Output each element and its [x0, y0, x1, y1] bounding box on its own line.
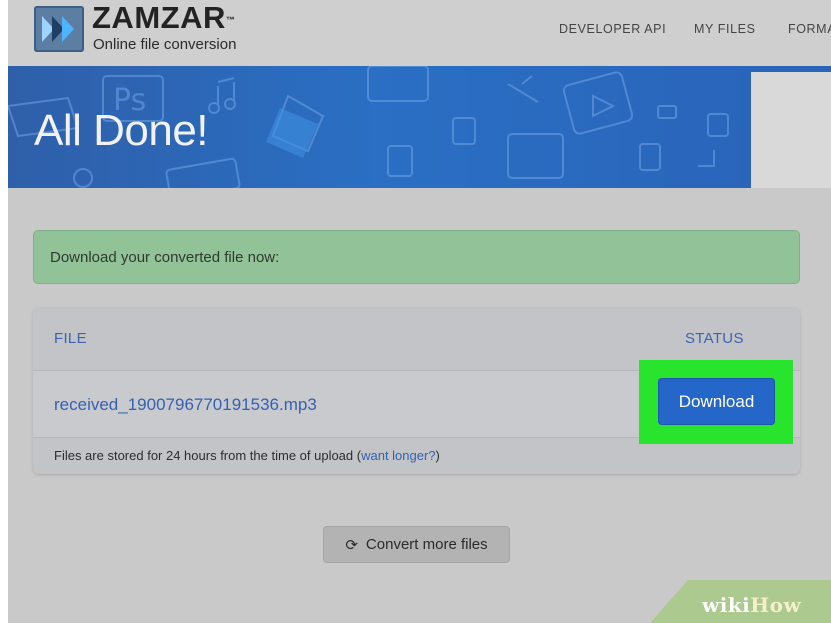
alert-text: Download your converted file now: [50, 249, 280, 266]
success-alert: Download your converted file now: [33, 230, 800, 284]
convert-more-files-button[interactable]: ⟳ Convert more files [323, 526, 510, 563]
nav-my-files[interactable]: MY FILES [694, 22, 756, 36]
nav-formats[interactable]: FORMA [788, 22, 831, 36]
download-button[interactable]: Download [658, 378, 775, 425]
column-header-status: STATUS [685, 330, 744, 347]
column-header-file: FILE [54, 330, 87, 347]
convert-more-label: Convert more files [365, 536, 488, 553]
file-name-link[interactable]: received_1900796770191536.mp3 [54, 395, 317, 415]
zamzar-logo-icon[interactable] [34, 6, 84, 52]
hero-banner: Ps All Done! [8, 66, 831, 188]
banner-title: All Done! [34, 106, 209, 155]
site-header: ZAMZAR™ Online file conversion DEVELOPER… [8, 0, 831, 66]
logo-name[interactable]: ZAMZAR™ [92, 2, 235, 34]
nav-developer-api[interactable]: DEVELOPER API [559, 22, 666, 36]
page-frame: ZAMZAR™ Online file conversion DEVELOPER… [8, 0, 831, 623]
logo-tagline: Online file conversion [93, 36, 237, 53]
wikihow-watermark-text: wikiHow [702, 593, 802, 617]
storage-note: Files are stored for 24 hours from the t… [54, 448, 440, 463]
want-longer-link[interactable]: want longer? [361, 448, 435, 463]
refresh-icon: ⟳ [345, 536, 358, 554]
banner-paper-graphic [751, 72, 831, 188]
